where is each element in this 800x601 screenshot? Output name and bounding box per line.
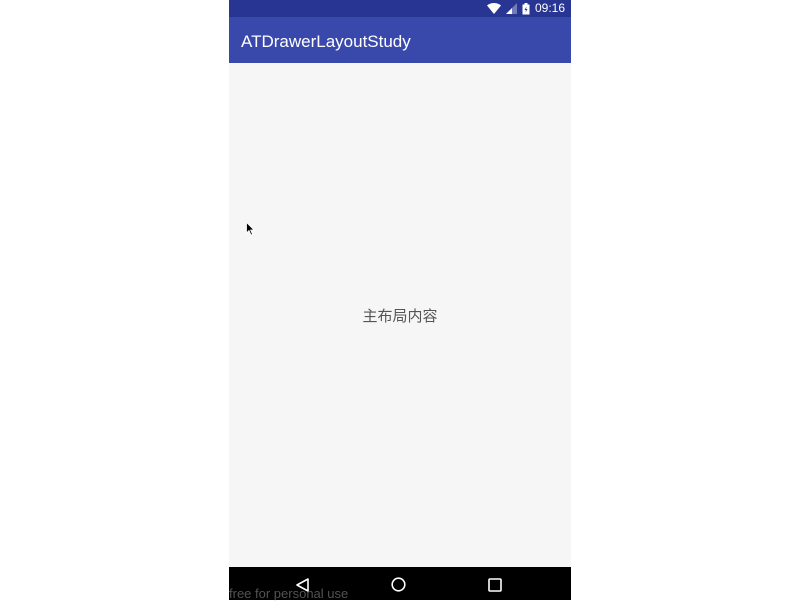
recents-icon[interactable] (488, 577, 502, 596)
mouse-cursor-icon (246, 221, 255, 240)
signal-icon (505, 3, 517, 14)
main-content[interactable]: 主布局内容 (229, 63, 571, 567)
status-bar: 09:16 (229, 0, 571, 17)
battery-icon (522, 2, 530, 15)
watermark-text: free for personal use (229, 586, 349, 601)
app-bar: ATDrawerLayoutStudy (229, 17, 571, 63)
app-title: ATDrawerLayoutStudy (241, 32, 411, 51)
phone-screen: 09:16 ATDrawerLayoutStudy 主布局内容 (229, 0, 571, 600)
status-icons: 09:16 (486, 1, 565, 16)
main-content-text: 主布局内容 (362, 307, 438, 325)
wifi-icon (486, 3, 501, 14)
home-icon[interactable] (391, 577, 406, 596)
status-time: 09:16 (534, 1, 565, 15)
